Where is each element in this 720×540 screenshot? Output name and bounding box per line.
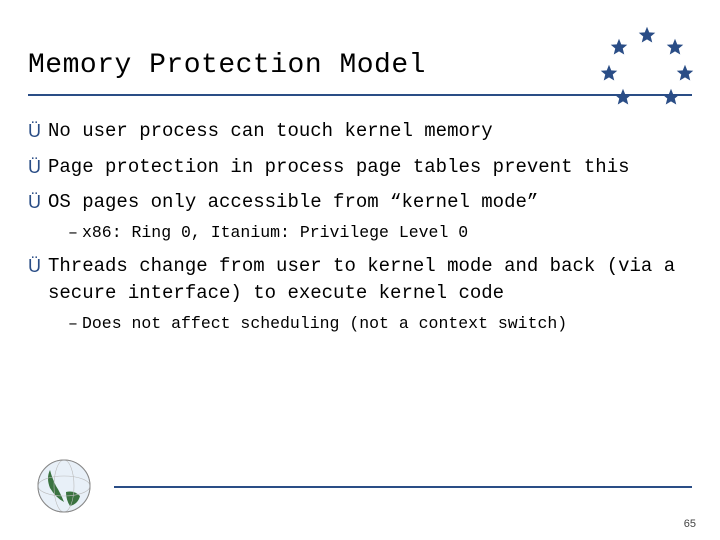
bullet-text: No user process can touch kernel memory	[48, 118, 692, 146]
bullet-text: Threads change from user to kernel mode …	[48, 253, 692, 308]
title-row: Memory Protection Model	[28, 50, 692, 81]
page-number: 65	[684, 518, 696, 530]
slide: Memory Protection Model Ü No user proces…	[0, 0, 720, 540]
bullet-text: Page protection in process page tables p…	[48, 154, 692, 182]
bullet-arrow-icon: Ü	[28, 118, 48, 146]
bullet-arrow-icon: Ü	[28, 253, 48, 308]
bullet-level2: – x86: Ring 0, Itanium: Privilege Level …	[68, 221, 692, 245]
footer-divider	[114, 486, 692, 488]
content-area: Ü No user process can touch kernel memor…	[28, 110, 692, 336]
bullet-arrow-icon: Ü	[28, 189, 48, 217]
sub-dash-icon: –	[68, 221, 82, 245]
bullet-arrow-icon: Ü	[28, 154, 48, 182]
sub-dash-icon: –	[68, 312, 82, 336]
slide-title: Memory Protection Model	[28, 50, 426, 81]
bullet-text: Does not affect scheduling (not a contex…	[82, 312, 567, 336]
bullet-level1: Ü OS pages only accessible from “kernel …	[28, 189, 692, 217]
globe-icon	[36, 458, 92, 514]
bullet-level2: – Does not affect scheduling (not a cont…	[68, 312, 692, 336]
bullet-text: OS pages only accessible from “kernel mo…	[48, 189, 692, 217]
title-divider	[28, 94, 692, 96]
bullet-level1: Ü Threads change from user to kernel mod…	[28, 253, 692, 308]
bullet-text: x86: Ring 0, Itanium: Privilege Level 0	[82, 221, 468, 245]
bullet-level1: Ü No user process can touch kernel memor…	[28, 118, 692, 146]
bullet-level1: Ü Page protection in process page tables…	[28, 154, 692, 182]
